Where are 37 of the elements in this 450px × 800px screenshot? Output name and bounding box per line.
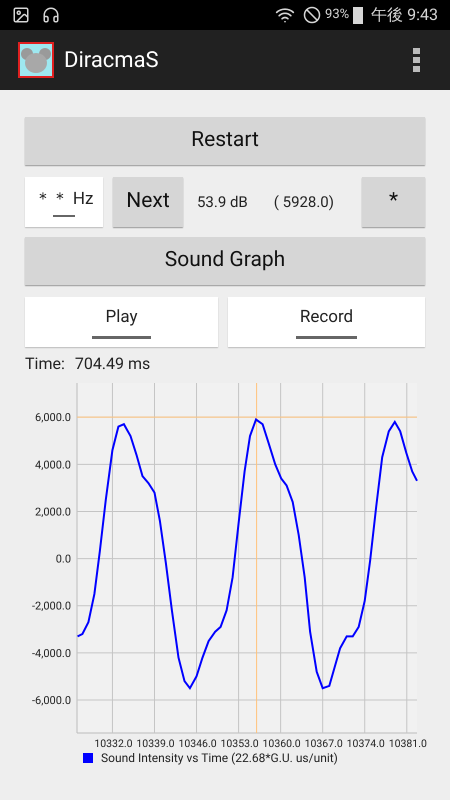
y-axis-label: 6,000.0 [35, 411, 71, 424]
legend-swatch [83, 753, 93, 763]
time-value: 704.49 ms [74, 353, 150, 375]
y-axis-label: -6,000.0 [32, 694, 71, 707]
frequency-field[interactable]: ＊＊ Hz [25, 177, 103, 227]
clock: 午後 9:43 [371, 4, 438, 26]
next-button[interactable]: Next [113, 177, 183, 227]
x-axis-label: 10339.0 [136, 737, 175, 749]
record-button[interactable]: Record [228, 297, 425, 347]
y-axis-label: 4,000.0 [35, 458, 71, 472]
peak-reading: ( 5928.0) [274, 192, 334, 213]
level-reading: 53.9 dB [197, 192, 248, 213]
y-axis-label: 2,000.0 [35, 505, 71, 518]
star-button[interactable]: * [362, 177, 425, 227]
x-axis-label: 10374.0 [346, 737, 385, 749]
overflow-menu-button[interactable] [413, 48, 420, 72]
restart-button[interactable]: Restart [25, 117, 425, 165]
do-not-disturb-icon [303, 6, 322, 24]
x-axis-label: 10332.0 [94, 737, 133, 749]
y-axis-label: 0.0 [56, 552, 71, 566]
battery-icon [353, 6, 364, 24]
app-title: DiracmaS [64, 46, 159, 74]
battery-percent: 93% [325, 6, 350, 24]
x-axis-label: 10353.0 [220, 737, 259, 749]
y-axis-label: -4,000.0 [32, 646, 71, 660]
x-axis-label: 10346.0 [178, 737, 217, 749]
time-label: Time: [25, 353, 65, 375]
x-axis-label: 10367.0 [304, 737, 343, 749]
x-axis-label: 10381.0 [388, 737, 427, 749]
sound-graph-button[interactable]: Sound Graph [25, 237, 425, 285]
legend-label: Sound Intensity vs Time (22.68*G.U. us/unit) [101, 750, 338, 767]
headphones-icon [42, 6, 60, 24]
play-button[interactable]: Play [25, 297, 218, 347]
y-axis-label: -2,000.0 [32, 600, 71, 613]
x-axis-label: 10360.0 [262, 737, 301, 749]
mouse-icon [18, 42, 54, 78]
image-icon [12, 6, 30, 24]
